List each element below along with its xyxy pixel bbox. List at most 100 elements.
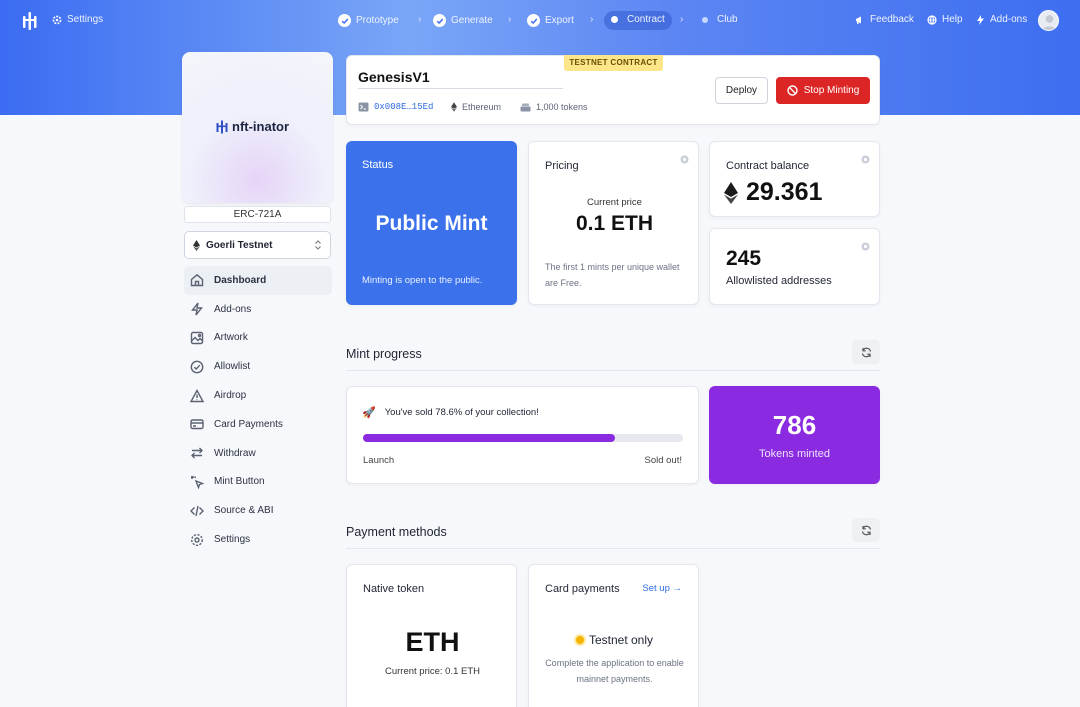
testnet-contract-badge: TESTNET CONTRACT: [564, 55, 663, 71]
sidebar-item-label: Card Payments: [214, 418, 283, 430]
step-generate[interactable]: Generate: [433, 14, 493, 27]
image-icon: [190, 331, 204, 345]
sidebar-item-label: Allowlist: [214, 361, 251, 373]
contract-chain: Ethereum: [451, 102, 501, 112]
pricing-card: Pricing Current price 0.1 ETH The first …: [528, 141, 699, 305]
help-label: Help: [942, 14, 963, 25]
card-payments-card: Card payments Set up → Testnet only Comp…: [528, 564, 699, 707]
progress-start-label: Launch: [363, 455, 395, 466]
balance-label: Contract balance: [726, 160, 810, 172]
payment-methods-section-header: Payment methods: [346, 517, 880, 549]
network-selector[interactable]: Goerli Testnet: [184, 231, 331, 259]
supply-text: 1,000 tokens: [536, 102, 588, 112]
native-token-label: Native token: [363, 583, 425, 595]
allowlist-count: 245: [726, 247, 762, 270]
credit-card-icon: [190, 419, 204, 430]
sidebar-item-settings[interactable]: Settings: [184, 525, 332, 554]
mint-progress-card: 🚀 You've sold 78.6% of your collection! …: [346, 386, 699, 484]
contract-balance-card: Contract balance 29.361: [709, 141, 880, 217]
feedback-link[interactable]: Feedback: [855, 14, 914, 25]
testnet-only-status: Testnet only: [529, 633, 700, 647]
balance-value: 29.361: [724, 178, 822, 207]
rocket-icon: 🚀: [362, 407, 376, 419]
native-token-card: Native token ETH Current price: 0.1 ETH: [346, 564, 517, 707]
sidebar-item-source-abi[interactable]: Source & ABI: [184, 496, 332, 525]
pricing-note: The first 1 mints per unique wallet are …: [545, 262, 680, 288]
status-value: Public Mint: [375, 212, 488, 235]
check-circle-icon: [338, 14, 351, 27]
contract-name[interactable]: GenesisV1: [358, 69, 430, 85]
sidebar-item-artwork[interactable]: Artwork: [184, 324, 332, 353]
brand-logo: nft-inator: [216, 119, 289, 134]
contract-address[interactable]: 0x008E…15Ed: [358, 102, 433, 112]
addons-label: Add-ons: [990, 14, 1028, 25]
nft-inator-logo-icon: [216, 120, 228, 133]
pending-step-dot-icon: [702, 16, 708, 23]
stop-minting-button[interactable]: Stop Minting: [776, 77, 870, 104]
status-note: Minting is open to the public.: [362, 275, 483, 286]
minted-count: 786: [772, 410, 817, 440]
help-link[interactable]: Help: [927, 14, 963, 25]
globe-icon: [927, 14, 937, 25]
setup-link[interactable]: Set up →: [642, 583, 682, 594]
gear-icon: [52, 15, 62, 24]
refresh-button[interactable]: [852, 340, 880, 364]
top-navigation-bar: Settings Prototype › Generate › Export ›…: [0, 0, 1080, 42]
sidebar-item-label: Artwork: [214, 332, 248, 344]
ethereum-icon: [724, 181, 738, 204]
pricing-label: Pricing: [545, 160, 579, 172]
testnet-only-text: Testnet only: [588, 633, 654, 647]
step-contract[interactable]: Contract: [611, 14, 665, 25]
allowlist-card: 245 Allowlisted addresses: [709, 228, 880, 305]
gear-icon[interactable]: [860, 154, 871, 165]
check-circle-icon: [190, 360, 204, 374]
app-logo-icon[interactable]: [22, 11, 38, 31]
stop-minting-label: Stop Minting: [803, 85, 860, 96]
sidebar-item-card-payments[interactable]: Card Payments: [184, 410, 332, 439]
status-card: Status Public Mint Minting is open to th…: [346, 141, 517, 305]
status-label: Status: [362, 159, 394, 171]
step-label: Generate: [451, 15, 493, 26]
current-price-label: Current price: [587, 197, 642, 208]
progress-bar: [363, 434, 683, 442]
tokens-minted-card: 786 Tokens minted: [709, 386, 880, 484]
chain-text: Ethereum: [462, 102, 502, 112]
user-avatar[interactable]: [1038, 10, 1059, 31]
step-prototype[interactable]: Prototype: [338, 14, 399, 27]
sidebar-item-airdrop[interactable]: Airdrop: [184, 381, 332, 410]
card-payments-label: Card payments: [545, 583, 620, 595]
step-export[interactable]: Export: [527, 14, 574, 27]
step-club[interactable]: Club: [702, 14, 738, 25]
progress-bar-fill: [363, 434, 615, 442]
chevron-right-icon: ›: [418, 14, 422, 25]
gear-icon[interactable]: [860, 241, 871, 252]
sidebar-item-mint-button[interactable]: Mint Button: [184, 468, 332, 497]
sidebar-item-allowlist[interactable]: Allowlist: [184, 352, 332, 381]
brand-name: nft-inator: [232, 119, 290, 134]
sidebar-item-withdraw[interactable]: Withdraw: [184, 439, 332, 468]
ban-icon: [787, 85, 798, 96]
sidebar-item-dashboard[interactable]: Dashboard: [184, 266, 332, 295]
balance-amount: 29.361: [746, 178, 823, 206]
chevron-right-icon: ›: [590, 14, 594, 25]
home-icon: [190, 274, 204, 287]
gear-icon[interactable]: [679, 154, 690, 165]
native-token-price: Current price: 0.1 ETH: [384, 666, 481, 677]
progress-message-text: You've sold 78.6% of your collection!: [384, 407, 539, 418]
sidebar-item-label: Withdraw: [214, 447, 256, 459]
native-token-symbol: ETH: [405, 627, 460, 657]
sidebar-item-label: Source & ABI: [214, 505, 274, 517]
terminal-icon: [358, 102, 369, 112]
refresh-button[interactable]: [852, 518, 880, 542]
token-standard-label: ERC-721A: [184, 206, 331, 223]
deploy-button[interactable]: Deploy: [715, 77, 768, 104]
addons-link[interactable]: Add-ons: [976, 14, 1027, 25]
refresh-icon: [861, 347, 871, 357]
gear-icon: [190, 533, 204, 546]
check-circle-icon: [527, 14, 540, 27]
sidebar-item-label: Mint Button: [214, 476, 265, 488]
settings-link[interactable]: Settings: [52, 14, 103, 25]
current-step-dot-icon: [611, 16, 618, 23]
sidebar-item-add-ons[interactable]: Add-ons: [184, 295, 332, 324]
contract-supply: 1,000 tokens: [520, 102, 588, 112]
